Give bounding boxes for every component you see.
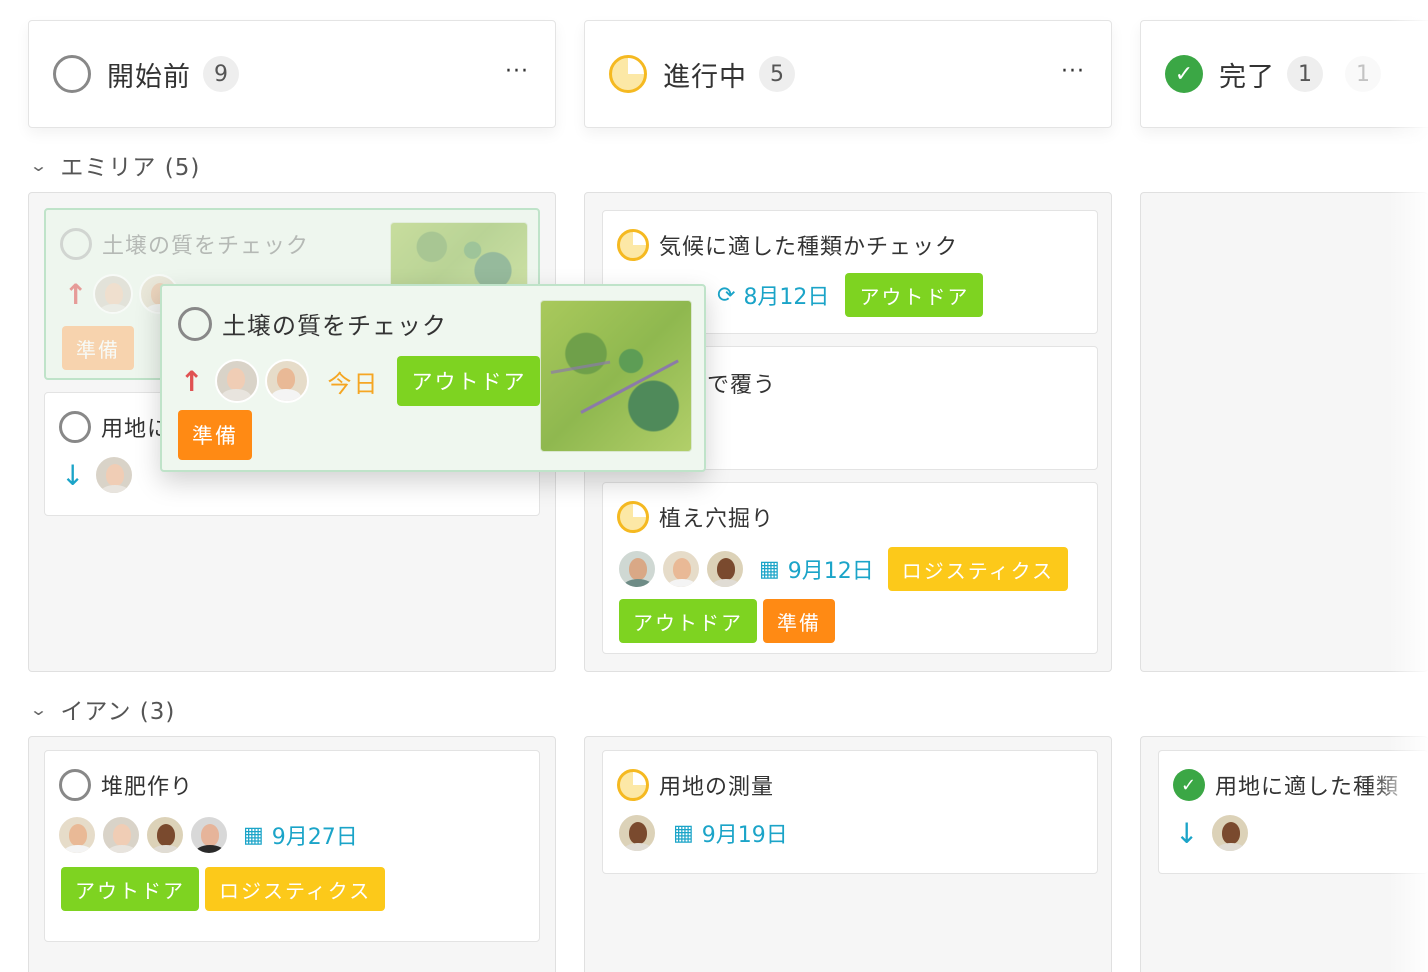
check-icon[interactable]: ✓ xyxy=(1173,769,1205,801)
card-title: 土壌の質をチェック xyxy=(178,306,447,341)
avatar xyxy=(189,815,229,855)
avatar xyxy=(705,549,745,589)
more-icon[interactable]: ··· xyxy=(1061,59,1085,84)
avatar xyxy=(661,549,701,589)
card-title: 植え穴掘り xyxy=(617,501,774,533)
edge-fade xyxy=(1388,0,1428,972)
column-title: 進行中 xyxy=(663,61,747,93)
group-label: エミリア (5) xyxy=(60,155,201,181)
status-open-icon[interactable] xyxy=(59,769,91,801)
task-card[interactable]: 堆肥作り ▦ 9月27日 アウトドア ロジスティクス xyxy=(44,750,540,942)
avatar xyxy=(94,455,135,495)
task-card[interactable]: 用地の測量 ▦ 9月19日 xyxy=(602,750,1098,874)
tag: アウトドア xyxy=(845,273,984,317)
status-in-progress-icon[interactable] xyxy=(617,769,649,801)
card-title: 気候に適した種類かチェック xyxy=(617,229,958,261)
priority-high-icon: ↑ xyxy=(64,277,88,311)
status-in-progress-icon[interactable] xyxy=(617,229,649,261)
column-header-in-progress[interactable]: 進行中 5 ··· xyxy=(584,20,1112,128)
check-icon: ✓ xyxy=(1165,55,1203,93)
more-icon[interactable]: ··· xyxy=(505,59,529,84)
group-label: イアン (3) xyxy=(60,699,176,725)
priority-low-icon: ↓ xyxy=(1175,816,1199,850)
repeat-icon: ⟳ xyxy=(717,282,736,308)
column-title: 完了 xyxy=(1219,61,1275,93)
avatar xyxy=(265,359,310,403)
tag: 準備 xyxy=(62,326,134,370)
tag: アウトドア xyxy=(61,867,199,911)
count-badge: 1 xyxy=(1287,56,1323,92)
priority-low-icon: ↓ xyxy=(61,458,85,492)
tag: ロジスティクス xyxy=(887,547,1068,591)
avatar xyxy=(215,359,260,403)
status-in-progress-icon[interactable] xyxy=(617,501,649,533)
column-header-done[interactable]: ✓ 完了 1 1 xyxy=(1140,20,1428,128)
avatar xyxy=(145,815,185,855)
calendar-icon: ▦ xyxy=(759,556,780,582)
group-toggle-emilia[interactable]: ⌄ エミリア (5) xyxy=(29,148,201,182)
column-title: 開始前 xyxy=(107,61,191,93)
count-badge: 9 xyxy=(203,56,239,92)
lane-emilia-done[interactable] xyxy=(1140,192,1428,672)
tag: アウトドア xyxy=(619,599,757,643)
calendar-icon: ▦ xyxy=(673,820,694,846)
due-date[interactable]: ▦ 9月12日 xyxy=(759,553,874,585)
status-open-icon xyxy=(53,55,91,93)
tag: 準備 xyxy=(763,599,835,643)
avatar xyxy=(617,549,657,589)
avatar xyxy=(617,813,657,853)
tag: 準備 xyxy=(178,410,252,460)
card-title: 土壌の質をチェック xyxy=(60,228,309,260)
count-badge-faded: 1 xyxy=(1345,56,1381,92)
task-card[interactable]: 植え穴掘り ▦ 9月12日 ロジスティクス アウトドア 準備 xyxy=(602,482,1098,654)
card-title: 用地に xyxy=(59,411,170,443)
avatar xyxy=(101,815,141,855)
tag: アウトドア xyxy=(397,356,541,406)
avatar xyxy=(57,815,97,855)
avatar xyxy=(93,274,134,314)
column-header-not-started[interactable]: 開始前 9 ··· xyxy=(28,20,556,128)
card-thumbnail xyxy=(390,222,528,292)
due-date[interactable]: ⟳ 8月12日 xyxy=(717,279,829,311)
group-toggle-ian[interactable]: ⌄ イアン (3) xyxy=(29,692,176,726)
due-date[interactable]: 今日 xyxy=(327,364,379,399)
chevron-down-icon: ⌄ xyxy=(29,155,50,175)
card-thumbnail xyxy=(540,300,692,452)
card-title: で覆う xyxy=(707,373,777,398)
avatar xyxy=(1210,813,1251,853)
task-card-dragging[interactable]: 土壌の質をチェック ↑ 今日 アウトドア 準備 xyxy=(160,284,706,472)
card-title: 用地の測量 xyxy=(617,769,774,801)
card-title: ✓ 用地に適した種類 xyxy=(1173,769,1399,801)
status-in-progress-icon xyxy=(609,55,647,93)
card-title: 堆肥作り xyxy=(59,769,193,801)
status-open-icon xyxy=(60,228,92,260)
priority-high-icon: ↑ xyxy=(180,364,204,398)
due-date[interactable]: ▦ 9月27日 xyxy=(243,819,358,851)
count-badge: 5 xyxy=(759,56,795,92)
calendar-icon: ▦ xyxy=(243,822,264,848)
due-date[interactable]: ▦ 9月19日 xyxy=(673,817,788,849)
status-open-icon[interactable] xyxy=(59,411,91,443)
tag: ロジスティクス xyxy=(205,867,386,911)
status-open-icon[interactable] xyxy=(178,306,212,341)
chevron-down-icon: ⌄ xyxy=(29,699,50,719)
